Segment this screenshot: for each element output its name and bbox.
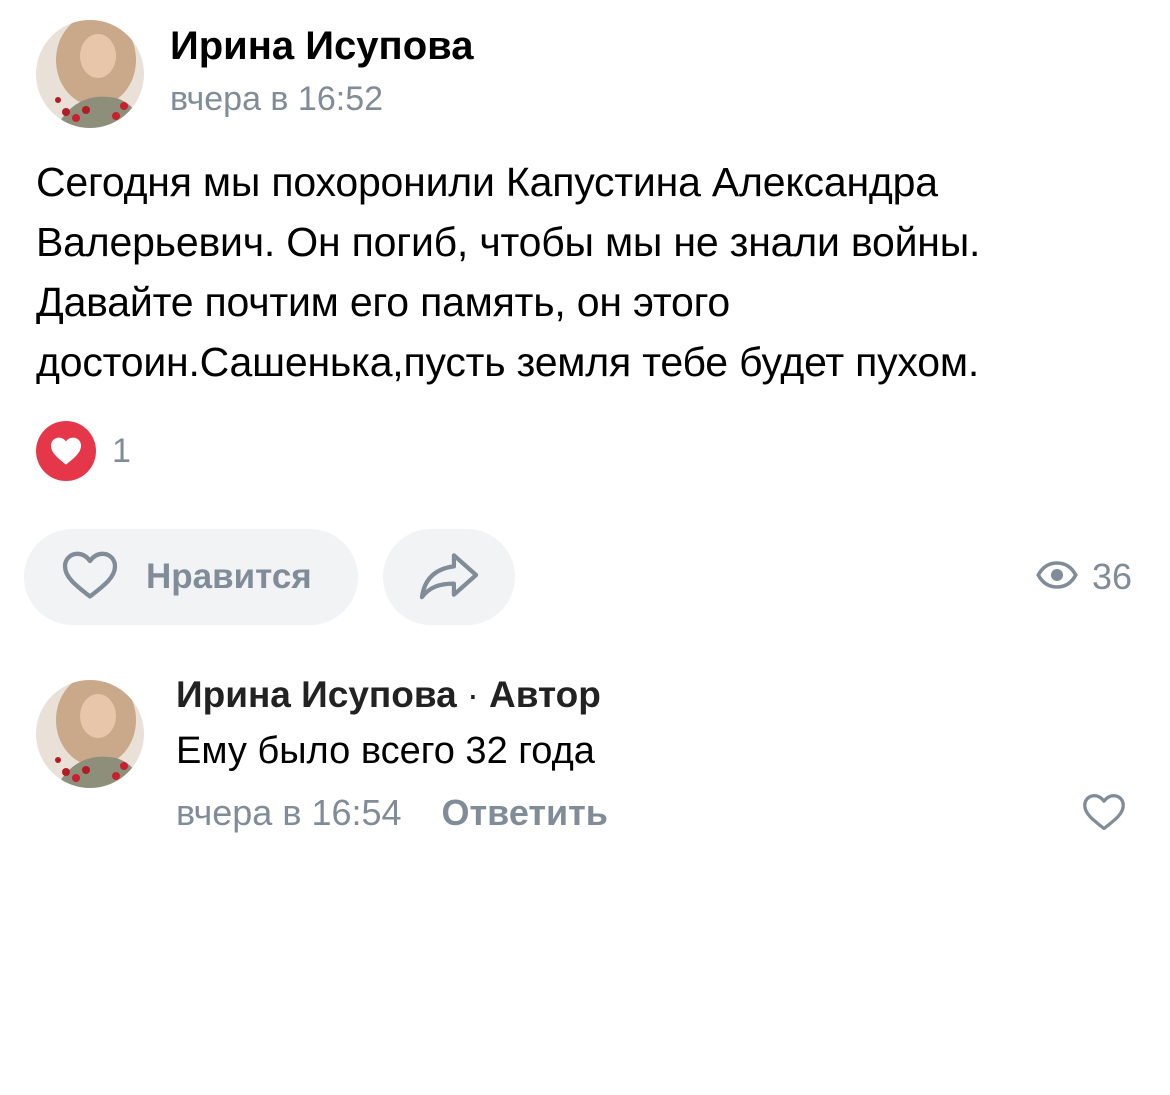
views-count: 36 (1091, 556, 1132, 597)
views-counter: 36 (1036, 556, 1132, 598)
avatar-image (36, 20, 144, 128)
like-button[interactable]: Нравится (24, 529, 358, 625)
post-text: Сегодня мы похоронили Капустина Александ… (36, 152, 1146, 392)
post-text-line: достоин.Сашенька,пусть земля тебе будет … (36, 339, 980, 385)
comment-author-name[interactable]: Ирина Исупова (176, 674, 457, 715)
reaction-count: 1 (112, 431, 131, 470)
comment-separator: · (466, 674, 480, 715)
comment-header: Ирина Исупова · Автор (176, 674, 601, 716)
author-badge: Автор (489, 674, 601, 715)
reply-button[interactable]: Ответить (442, 792, 608, 834)
post-text-line: Давайте почтим его память, он этого (36, 279, 731, 325)
avatar[interactable] (36, 20, 144, 128)
comment-timestamp: вчера в 16:54 (176, 792, 402, 833)
post-text-line: Валерьевич. Он погиб, чтобы мы не знали … (36, 219, 981, 265)
share-button[interactable] (383, 529, 515, 625)
heart-outline-icon (60, 550, 120, 605)
eye-icon (1036, 560, 1078, 595)
post-text-line: Сегодня мы похоронили Капустина Александ… (36, 159, 938, 205)
comment-avatar[interactable] (36, 680, 144, 788)
comment-like-button[interactable] (1082, 792, 1126, 832)
share-arrow-icon (417, 550, 481, 605)
comment-text: Ему было всего 32 года (176, 730, 595, 772)
post-page: Ирина Исупова вчера в 16:52 Сегодня мы п… (0, 0, 1170, 1095)
reactions-summary[interactable]: 1 (36, 421, 131, 481)
heart-outline-icon (1082, 794, 1126, 836)
avatar-image (36, 680, 144, 788)
heart-filled-icon (36, 421, 96, 481)
like-button-label: Нравится (146, 557, 312, 596)
post-author-name[interactable]: Ирина Исупова (170, 24, 473, 69)
comment-meta: вчера в 16:54 Ответить (176, 792, 608, 834)
post-timestamp: вчера в 16:52 (170, 80, 384, 118)
